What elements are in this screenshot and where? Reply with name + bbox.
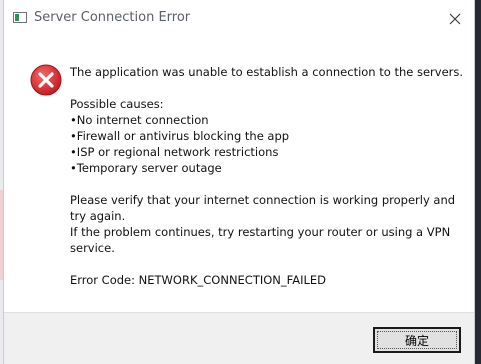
error-icon xyxy=(30,64,62,96)
dialog-content: The application was unable to establish … xyxy=(4,36,474,312)
background-edge xyxy=(475,0,481,364)
cause-item: Temporary server outage xyxy=(70,160,465,176)
cause-item: No internet connection xyxy=(70,112,465,128)
message-text: The application was unable to establish … xyxy=(70,64,465,288)
title-bar: Server Connection Error xyxy=(4,0,474,36)
causes-title: Possible causes: xyxy=(70,97,164,111)
cause-item: Firewall or antivirus blocking the app xyxy=(70,128,465,144)
error-code: Error Code: NETWORK_CONNECTION_FAILED xyxy=(70,273,327,287)
dialog-footer: 确定 xyxy=(4,312,474,364)
cause-item: ISP or regional network restrictions xyxy=(70,144,465,160)
verify-text: Please verify that your internet connect… xyxy=(70,193,456,223)
dialog-title: Server Connection Error xyxy=(34,10,191,25)
ok-button[interactable]: 确定 xyxy=(373,327,461,353)
error-dialog: Server Connection Error The application … xyxy=(3,0,475,364)
app-window-icon xyxy=(13,12,27,23)
close-button[interactable] xyxy=(444,8,466,30)
headline-text: The application was unable to establish … xyxy=(70,65,464,79)
restart-text: If the problem continues, try restarting… xyxy=(70,225,451,255)
close-icon xyxy=(449,13,461,25)
